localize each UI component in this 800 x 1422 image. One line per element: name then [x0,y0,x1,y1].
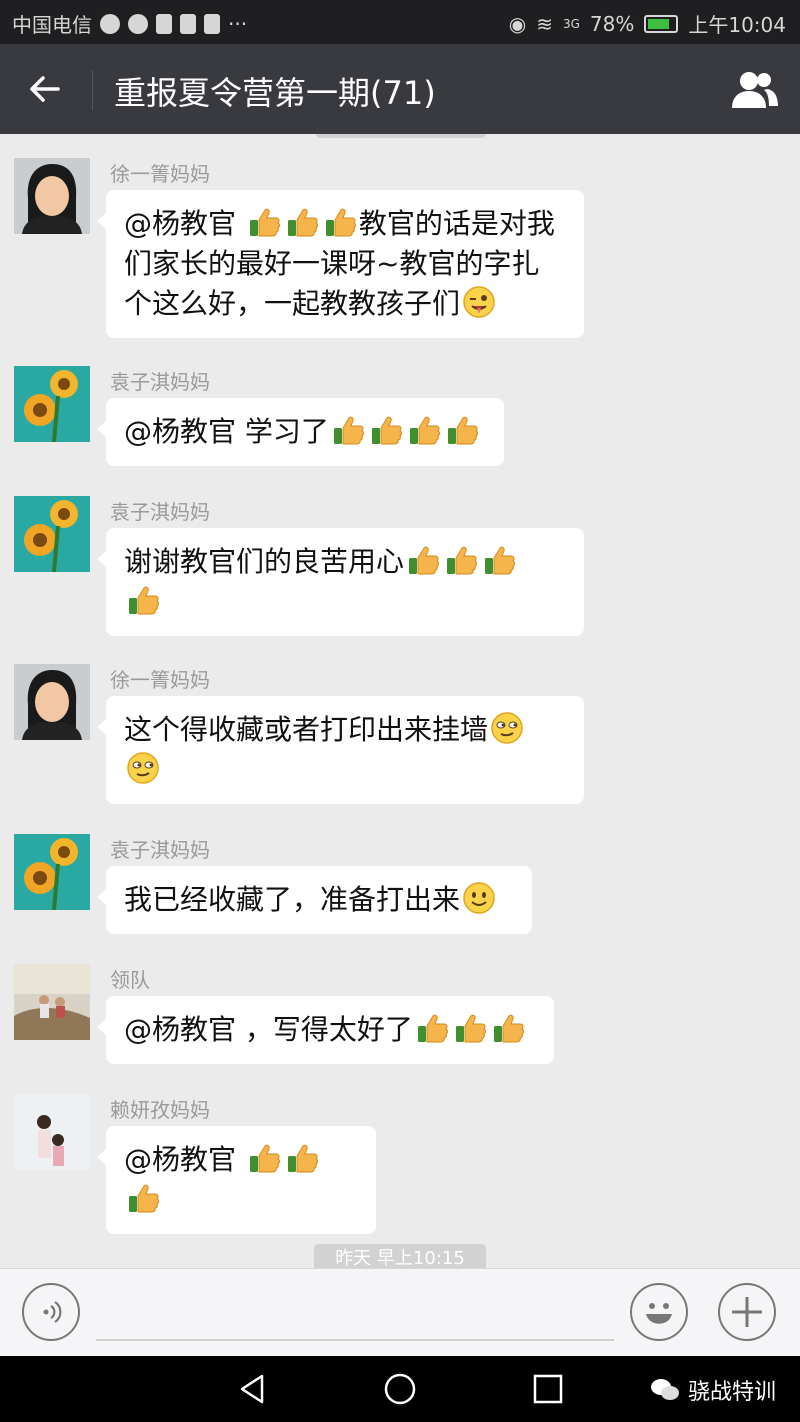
message-bubble[interactable]: 我已经收藏了，准备打出来 [97,866,532,934]
wechat-logo-icon [650,1379,679,1400]
sender-name: 赖妍孜妈妈 [110,1098,210,1122]
sim-icon [156,13,172,34]
smirk-emoji-icon [490,711,524,745]
sender-name: 袁子淇妈妈 [110,370,210,394]
thumbs-up-icon [331,413,365,447]
thumbs-up-icon [285,1141,319,1175]
baidu-icon [204,13,220,34]
thumbs-up-icon [247,1141,281,1175]
nav-back-icon[interactable] [236,1372,270,1406]
thumbs-up-icon [445,413,479,447]
sender-name: 徐一箐妈妈 [110,162,210,186]
lock-icon [180,13,196,34]
message-item: 赖妍孜妈妈 @杨教官 [14,1094,794,1234]
message-bubble[interactable]: 谢谢教官们的良苦用心 [97,528,584,636]
eye-icon: ◉ [508,11,527,36]
cloud-icon [100,13,120,34]
thumbs-up-icon [247,205,281,239]
time-divider: 昨天 早上10:15 [314,1244,486,1268]
signal-icon: 3G [562,16,580,31]
message-item: 徐一箐妈妈 这个得收藏或者打印出来挂墙 [14,664,794,814]
group-members-icon[interactable] [730,70,780,110]
wifi-icon: ≋ [536,11,553,36]
sender-name: 领队 [110,968,150,992]
battery-percent: 78% [589,11,635,36]
avatar[interactable] [14,366,90,442]
input-bar [0,1268,800,1357]
message-item: 领队 @杨教官 ，写得太好了 [14,964,794,1074]
thumbs-up-icon [126,1181,160,1215]
thumbs-up-icon [126,583,160,617]
clock: 上午10:04 [688,13,786,37]
sender-name: 袁子淇妈妈 [110,838,210,862]
watermark: 骁战特训 [650,1374,776,1406]
more-notifications-icon: ··· [228,11,248,36]
smile-emoji-icon [462,881,496,915]
sender-name: 徐一箐妈妈 [110,668,210,692]
avatar[interactable] [14,834,90,910]
chat-title: 重报夏令营第一期(71) [114,74,436,112]
carrier-label: 中国电信 [12,13,92,37]
thumbs-up-icon [369,413,403,447]
avatar[interactable] [14,496,90,572]
thumbs-up-icon [444,543,478,577]
message-bubble[interactable]: @杨教官 [97,1126,376,1234]
thumbs-up-icon [482,543,516,577]
message-item: 徐一箐妈妈 @杨教官 教官的话是对我 们家长的最好一课呀~教官的字扎 个这么好，… [14,158,794,348]
chat-message-list[interactable]: 徐一箐妈妈 @杨教官 教官的话是对我 们家长的最好一课呀~教官的字扎 个这么好，… [0,134,800,1268]
arrow-left-icon[interactable] [28,72,62,106]
wink-tongue-emoji-icon [462,285,496,319]
nav-home-icon[interactable] [383,1372,417,1406]
message-bubble[interactable]: @杨教官 学习了 [97,398,504,466]
title-divider [92,70,93,110]
sender-name: 袁子淇妈妈 [110,500,210,524]
avatar[interactable] [14,158,90,234]
message-item: 袁子淇妈妈 @杨教官 学习了 [14,366,794,476]
message-input[interactable] [96,1339,614,1341]
message-item: 袁子淇妈妈 我已经收藏了，准备打出来 [14,834,794,944]
thumbs-up-icon [323,205,357,239]
thumbs-up-icon [491,1011,525,1045]
thumbs-up-icon [453,1011,487,1045]
smirk-emoji-icon [126,751,160,785]
message-bubble[interactable]: 这个得收藏或者打印出来挂墙 [97,696,584,804]
status-bar: 中国电信 ··· ◉ ≋ 3G 78% 上午10:04 [0,0,800,44]
battery-icon [644,14,679,33]
nav-recents-icon[interactable] [531,1372,565,1406]
avatar[interactable] [14,664,90,740]
thumbs-up-icon [415,1011,449,1045]
watermark-text: 骁战特训 [687,1380,776,1405]
thumbs-up-icon [285,205,319,239]
system-nav-bar: 骁战特训 [0,1356,800,1422]
thumbs-up-icon [407,413,441,447]
plus-icon[interactable] [718,1283,776,1341]
scroll-stub [316,134,486,138]
emoji-icon[interactable] [630,1283,688,1341]
avatar[interactable] [14,964,90,1040]
search-app-icon [128,13,148,34]
message-bubble[interactable]: @杨教官 ，写得太好了 [97,996,554,1064]
message-item: 袁子淇妈妈 谢谢教官们的良苦用心 [14,496,794,646]
message-bubble[interactable]: @杨教官 教官的话是对我 们家长的最好一课呀~教官的字扎 个这么好，一起教教孩子… [97,190,584,338]
voice-icon[interactable] [22,1283,80,1341]
avatar[interactable] [14,1094,90,1170]
title-bar: 重报夏令营第一期(71) [0,44,800,134]
thumbs-up-icon [406,543,440,577]
